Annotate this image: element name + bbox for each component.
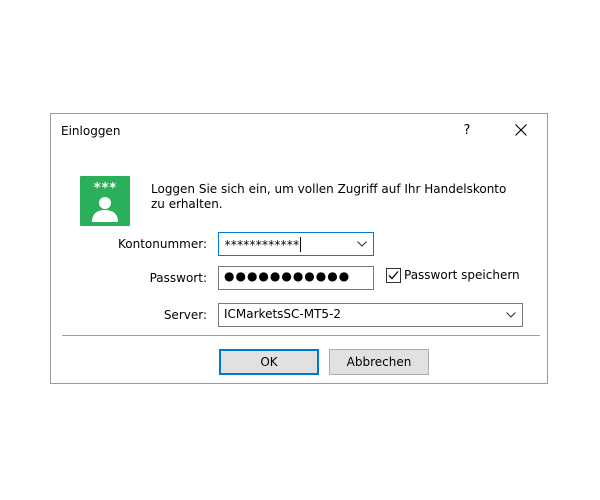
icon-stars: *** — [93, 181, 117, 196]
text-caret — [299, 237, 301, 252]
server-label: Server: — [163, 308, 207, 322]
cancel-button[interactable]: Abbrechen — [329, 349, 429, 375]
close-button[interactable] — [503, 118, 539, 144]
password-label: Passwort: — [149, 271, 207, 285]
account-value: ************ — [224, 237, 301, 252]
title-bar: Einloggen ? — [51, 114, 547, 150]
account-login-icon: *** — [80, 176, 130, 226]
checkbox-box[interactable] — [386, 268, 401, 283]
help-button[interactable]: ? — [459, 120, 475, 142]
info-line-2: zu erhalten. — [151, 197, 223, 211]
password-field[interactable]: ●●●●●●●●●●● — [218, 266, 374, 290]
close-icon — [515, 124, 527, 136]
info-line-1: Loggen Sie sich ein, um vollen Zugriff a… — [151, 182, 507, 196]
ok-button[interactable]: OK — [219, 349, 319, 375]
login-dialog: Einloggen ? *** Loggen Sie sich ein, um … — [50, 113, 548, 384]
save-password-label: Passwort speichern — [404, 268, 520, 282]
password-value: ●●●●●●●●●●● — [224, 269, 351, 283]
info-text: Loggen Sie sich ein, um vollen Zugriff a… — [151, 182, 541, 212]
separator — [62, 335, 540, 336]
account-combobox[interactable]: ************ — [218, 232, 374, 256]
chevron-down-icon[interactable] — [357, 241, 367, 247]
account-label: Kontonummer: — [117, 237, 207, 251]
server-combobox[interactable]: ICMarketsSC-MT5-2 — [218, 303, 523, 327]
chevron-down-icon[interactable] — [506, 312, 516, 318]
dialog-title: Einloggen — [61, 124, 121, 138]
server-value: ICMarketsSC-MT5-2 — [224, 307, 342, 321]
checkmark-icon — [388, 271, 399, 280]
